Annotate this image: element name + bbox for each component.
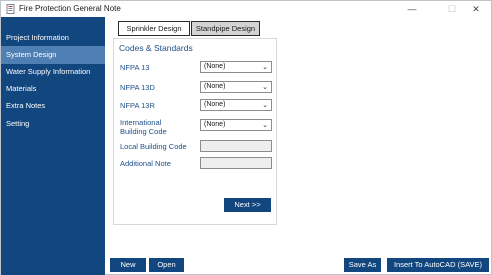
app-window: Fire Protection General Note — ☐ ✕ Proje… <box>0 0 492 275</box>
next-button[interactable]: Next >> <box>224 198 271 212</box>
chevron-down-icon: ⌄ <box>262 84 268 91</box>
international-building-code-select[interactable]: (None) ⌄ <box>200 119 272 131</box>
sidebar-item-project-information[interactable]: Project Information <box>1 29 105 47</box>
local-building-code-field[interactable] <box>200 140 272 152</box>
app-icon <box>6 4 15 14</box>
chevron-down-icon: ⌄ <box>262 64 268 71</box>
minimize-button[interactable]: — <box>397 1 427 17</box>
nfpa-13d-value: (None) <box>204 83 226 90</box>
nfpa-13r-value: (None) <box>204 101 226 108</box>
nfpa-13-label: NFPA 13 <box>120 63 150 72</box>
local-building-code-label: Local Building Code <box>120 142 187 151</box>
nfpa-13d-select[interactable]: (None) ⌄ <box>200 81 272 93</box>
close-button[interactable]: ✕ <box>461 1 491 17</box>
chevron-down-icon: ⌄ <box>262 102 268 109</box>
new-button[interactable]: New <box>110 258 146 272</box>
sidebar-item-water-supply-information[interactable]: Water Supply Information <box>1 63 105 81</box>
codes-standards-group: Codes & Standards NFPA 13 (None) ⌄ NFPA … <box>113 38 277 225</box>
nfpa-13-select[interactable]: (None) ⌄ <box>200 61 272 73</box>
tab-standpipe-design[interactable]: Standpipe Design <box>191 21 260 36</box>
nfpa-13d-label: NFPA 13D <box>120 83 155 92</box>
international-building-code-value: (None) <box>204 121 226 128</box>
sidebar-item-setting[interactable]: Setting <box>1 115 105 133</box>
sidebar-item-system-design[interactable]: System Design <box>1 46 105 64</box>
group-title: Codes & Standards <box>119 43 193 53</box>
additional-note-label: Additional Note <box>120 159 171 168</box>
nfpa-13r-select[interactable]: (None) ⌄ <box>200 99 272 111</box>
international-building-code-label: International Building Code <box>120 118 167 136</box>
tab-sprinkler-design[interactable]: Sprinkler Design <box>118 21 190 36</box>
nfpa-13r-label: NFPA 13R <box>120 101 155 110</box>
sidebar-nav: Project Information System Design Water … <box>1 17 105 275</box>
insert-to-autocad-button[interactable]: Insert To AutoCAD (SAVE) <box>387 258 489 272</box>
title-bar: Fire Protection General Note — ☐ ✕ <box>1 1 491 17</box>
additional-note-field[interactable] <box>200 157 272 169</box>
sidebar-item-materials[interactable]: Materials <box>1 80 105 98</box>
open-button[interactable]: Open <box>149 258 184 272</box>
nfpa-13-value: (None) <box>204 63 226 70</box>
chevron-down-icon: ⌄ <box>262 122 268 129</box>
sidebar-item-extra-notes[interactable]: Extra Notes <box>1 97 105 115</box>
save-as-button[interactable]: Save As <box>344 258 381 272</box>
window-title: Fire Protection General Note <box>19 4 121 13</box>
